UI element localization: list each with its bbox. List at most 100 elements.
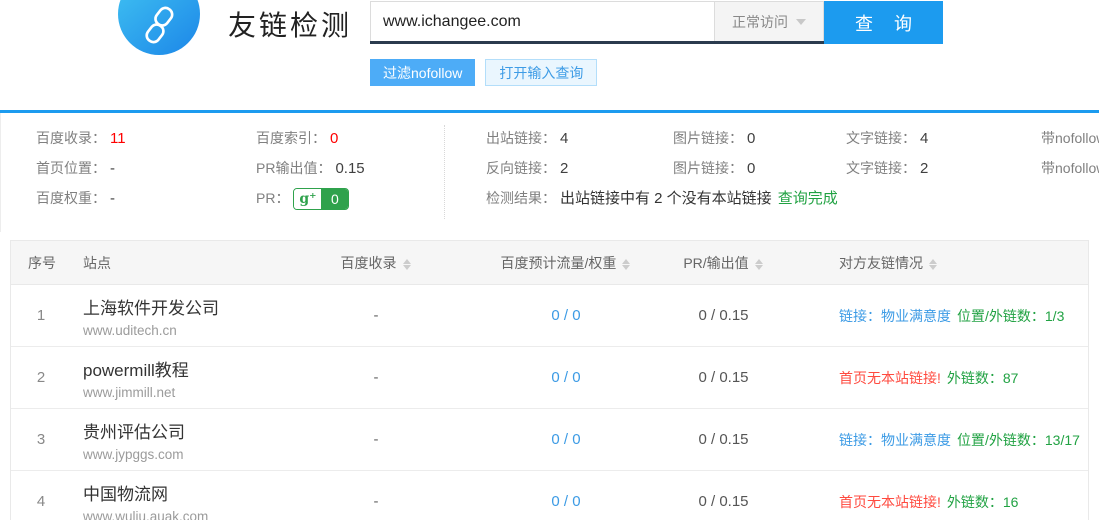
stat-value: 4 xyxy=(560,130,568,147)
stat-text-links-out: 文字链接：4 xyxy=(846,123,928,153)
filter-nofollow-button[interactable]: 过滤nofollow xyxy=(370,59,475,86)
status-count-part: 位置/外链数：13/17 xyxy=(957,432,1080,448)
stat-value: 11 xyxy=(110,130,126,147)
site-domain: www.jimmill.net xyxy=(83,385,189,400)
pr-cell: 0 / 0.15 xyxy=(641,471,806,520)
stat-label: 百度权重： xyxy=(36,190,106,206)
summary-divider xyxy=(444,125,445,219)
table-row: 4 中国物流网 www.wuliu.auak.com - 0 / 0 0 / 0… xyxy=(11,471,1088,520)
chain-link-glyph xyxy=(138,4,180,46)
traffic-link[interactable]: 0 / 0 xyxy=(466,471,666,520)
stat-label: 百度索引： xyxy=(256,130,326,146)
stat-result-row: 检测结果：出站链接中有 2 个没有本站链接查询完成 xyxy=(486,183,838,213)
stat-label: PR： xyxy=(256,190,289,206)
status-warning-part: 首页无本站链接! xyxy=(839,494,941,510)
traffic-link[interactable]: 0 / 0 xyxy=(466,285,666,347)
pagerank-value: 0 xyxy=(321,189,348,209)
stat-group-links: 出站链接：4 反向链接：2 检测结果：出站链接中有 2 个没有本站链接查询完成 xyxy=(486,123,838,213)
status-count-part: 外链数：87 xyxy=(947,370,1019,386)
row-index: 3 xyxy=(16,409,66,471)
site-cell: powermill教程 www.jimmill.net xyxy=(83,356,189,400)
stat-image-links-back: 图片链接：0 xyxy=(673,153,755,183)
stat-label: 反向链接： xyxy=(486,160,556,176)
table-row: 3 贵州评估公司 www.jypggs.com - 0 / 0 0 / 0.15… xyxy=(11,409,1088,471)
status-count-part: 外链数：16 xyxy=(947,494,1019,510)
stat-value: 4 xyxy=(920,130,928,147)
col-header-label: 百度预计流量/权重 xyxy=(501,255,617,271)
nofollow-label: 带nofollow xyxy=(1041,123,1099,153)
baidu-index-cell: - xyxy=(311,409,441,471)
status-link-part[interactable]: 链接：物业满意度 xyxy=(839,432,951,448)
stat-baidu-weight: 百度权重：- xyxy=(36,183,126,213)
pagerank-badge: g⁺0 xyxy=(293,188,349,210)
search-bar: 正常访问 查 询 xyxy=(370,1,943,44)
pr-cell: 0 / 0.15 xyxy=(641,347,806,409)
pr-cell: 0 / 0.15 xyxy=(641,285,806,347)
stat-backlinks: 反向链接：2 xyxy=(486,153,838,183)
stat-group-pr: 百度索引：0 PR输出值：0.15 PR：g⁺0 xyxy=(256,123,365,213)
stat-value: 2 xyxy=(920,160,928,177)
site-name-link[interactable]: 中国物流网 xyxy=(83,480,208,505)
table-header: 序号 站点 百度收录 百度预计流量/权重 PR/输出值 对方友链情况 xyxy=(11,241,1088,285)
col-header-label: PR/输出值 xyxy=(683,255,748,271)
search-input-group: 正常访问 xyxy=(370,1,824,44)
col-header-status: 对方友链情况 xyxy=(839,241,938,285)
stat-value: 2 xyxy=(560,160,568,177)
sort-icon[interactable] xyxy=(929,255,938,270)
stat-label: 首页位置： xyxy=(36,160,106,176)
site-domain: www.jypggs.com xyxy=(83,447,185,462)
url-input[interactable] xyxy=(370,1,714,41)
friend-link-checker-page: 友链检测 正常访问 查 询 过滤nofollow 打开输入查询 百度收录：11 … xyxy=(0,0,1099,520)
stat-pr-badge-row: PR：g⁺0 xyxy=(256,183,365,213)
stat-value: 0.15 xyxy=(335,160,364,177)
access-mode-label: 正常访问 xyxy=(732,12,788,32)
row-index: 2 xyxy=(16,347,66,409)
site-name-link[interactable]: powermill教程 xyxy=(83,356,189,381)
status-link-part[interactable]: 链接：物业满意度 xyxy=(839,308,951,324)
col-header-pr: PR/输出值 xyxy=(641,241,806,285)
stat-image-links-out: 图片链接：0 xyxy=(673,123,755,153)
stat-label: 文字链接： xyxy=(846,160,916,176)
baidu-index-cell: - xyxy=(311,285,441,347)
stat-outbound-links: 出站链接：4 xyxy=(486,123,838,153)
stat-label: 检测结果： xyxy=(486,190,556,206)
result-text: 出站链接中有 2 个没有本站链接 xyxy=(560,190,772,207)
status-warning-part: 首页无本站链接! xyxy=(839,370,941,386)
status-cell: 链接：物业满意度位置/外链数：13/17 xyxy=(839,409,1080,471)
site-name-link[interactable]: 上海软件开发公司 xyxy=(83,294,219,319)
traffic-link[interactable]: 0 / 0 xyxy=(466,409,666,471)
access-mode-select[interactable]: 正常访问 xyxy=(714,1,824,41)
query-button[interactable]: 查 询 xyxy=(824,1,943,44)
stat-group-image-links: 图片链接：0 图片链接：0 xyxy=(673,123,755,183)
table-row: 1 上海软件开发公司 www.uditech.cn - 0 / 0 0 / 0.… xyxy=(11,285,1088,347)
col-header-index: 序号 xyxy=(28,241,56,285)
status-count-part: 位置/外链数：1/3 xyxy=(957,308,1064,324)
stat-baidu-index: 百度索引：0 xyxy=(256,123,365,153)
status-cell: 首页无本站链接! 外链数：87 xyxy=(839,347,1018,409)
stat-pr-output: PR输出值：0.15 xyxy=(256,153,365,183)
col-header-label: 百度收录 xyxy=(341,255,397,271)
sub-buttons: 过滤nofollow 打开输入查询 xyxy=(370,59,597,86)
stat-home-position: 首页位置：- xyxy=(36,153,126,183)
query-complete-link[interactable]: 查询完成 xyxy=(778,190,838,207)
site-domain: www.uditech.cn xyxy=(83,323,219,338)
stat-label: 出站链接： xyxy=(486,130,556,146)
stat-group-baidu: 百度收录：11 首页位置：- 百度权重：- xyxy=(36,123,126,213)
stat-value: 0 xyxy=(747,130,755,147)
chain-link-icon xyxy=(118,0,200,55)
sort-icon[interactable] xyxy=(622,255,631,270)
sort-icon[interactable] xyxy=(403,255,412,270)
stat-label: 图片链接： xyxy=(673,160,743,176)
traffic-link[interactable]: 0 / 0 xyxy=(466,347,666,409)
col-header-traffic: 百度预计流量/权重 xyxy=(466,241,666,285)
site-cell: 中国物流网 www.wuliu.auak.com xyxy=(83,480,208,520)
open-input-query-button[interactable]: 打开输入查询 xyxy=(485,59,597,86)
site-name-link[interactable]: 贵州评估公司 xyxy=(83,418,185,443)
baidu-index-cell: - xyxy=(311,471,441,520)
baidu-index-cell: - xyxy=(311,347,441,409)
stat-text-links-back: 文字链接：2 xyxy=(846,153,928,183)
sort-icon[interactable] xyxy=(755,255,764,270)
col-header-baidu-shoulu: 百度收录 xyxy=(311,241,441,285)
stat-label: 文字链接： xyxy=(846,130,916,146)
stat-baidu-shoulu: 百度收录：11 xyxy=(36,123,126,153)
